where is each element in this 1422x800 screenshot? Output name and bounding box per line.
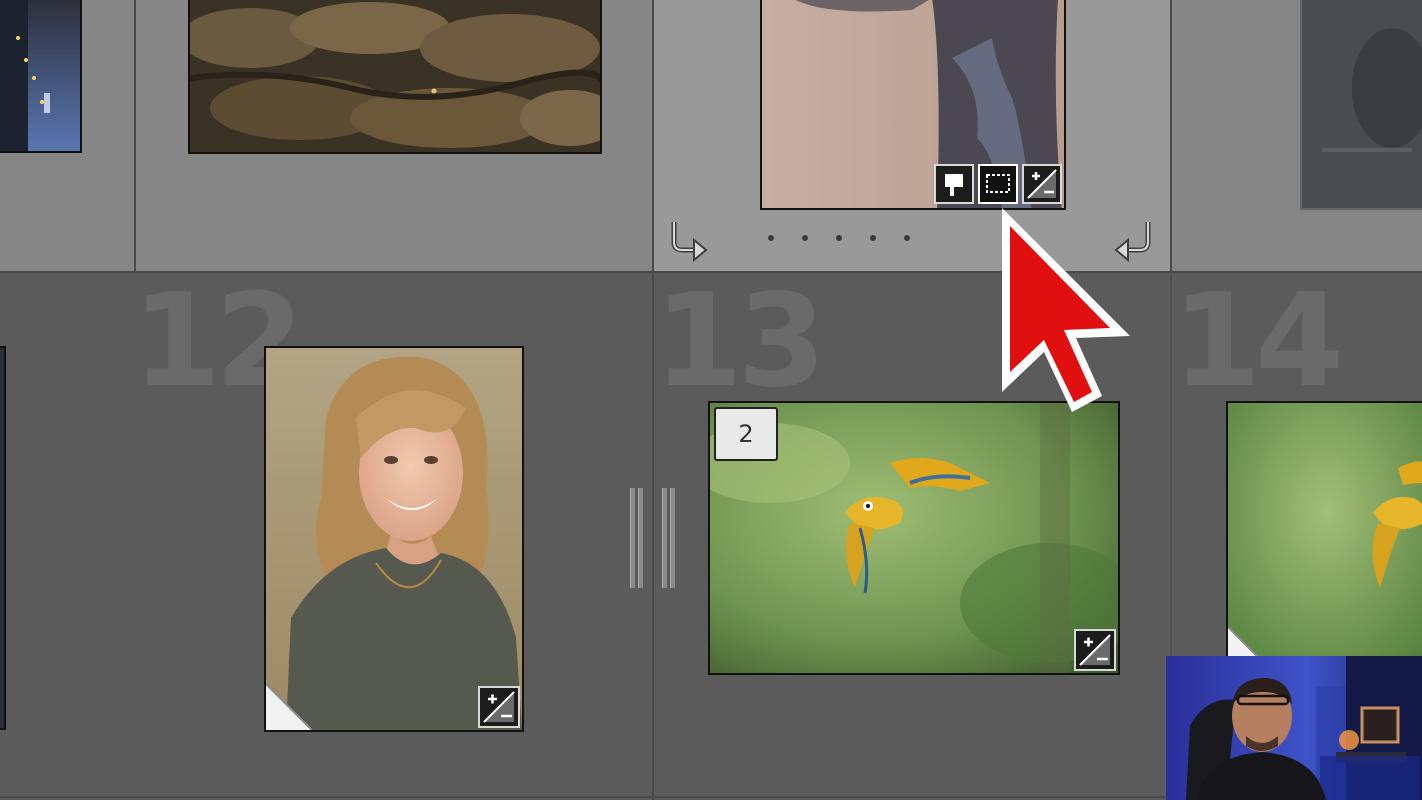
grid-cell[interactable]: [136, 0, 652, 272]
stack-count-badge[interactable]: 2: [714, 407, 778, 461]
thumbnail-image: [0, 0, 80, 151]
cell-index-number: 14: [1172, 267, 1344, 416]
stack-grip-left[interactable]: [630, 488, 635, 588]
photo-thumbnail-emu[interactable]: [760, 0, 1066, 210]
photo-thumbnail-partial-left[interactable]: [0, 346, 6, 730]
stack-collapse-left-icon[interactable]: [666, 216, 714, 264]
photo-thumbnail-portrait[interactable]: [264, 346, 524, 732]
stack-grip-left[interactable]: [638, 488, 643, 588]
exposure-adjustment-icon: [483, 691, 515, 723]
flag-button[interactable]: [934, 164, 974, 204]
mouse-pointer-icon: [1002, 208, 1130, 412]
presenter-webcam: [1166, 656, 1422, 800]
photo-thumbnail-rocks[interactable]: [188, 0, 602, 154]
thumbnail-image: [1302, 0, 1422, 208]
photo-thumbnail-dark-water[interactable]: [1300, 0, 1422, 210]
thumbnail-image: [762, 0, 1064, 208]
webcam-image: [1166, 656, 1422, 800]
exposure-adjustment-button[interactable]: [478, 686, 520, 728]
flag-icon: [945, 174, 963, 196]
stack-grip-right[interactable]: [670, 488, 675, 588]
stack-page-dots: [768, 235, 910, 241]
grid-cell[interactable]: [1172, 0, 1422, 272]
grid-cell[interactable]: 12: [0, 274, 652, 800]
virtual-copy-corner-icon: [266, 684, 312, 730]
thumbnail-image: [0, 348, 4, 728]
grid-cell[interactable]: [0, 0, 134, 272]
exposure-adjustment-button[interactable]: [1074, 629, 1116, 671]
thumbnail-image: [190, 0, 600, 152]
photo-thumbnail-macaw[interactable]: 2: [708, 401, 1120, 675]
thumbnail-image: [266, 348, 522, 730]
stack-grip-right[interactable]: [662, 488, 667, 588]
photo-thumbnail-city-night[interactable]: [0, 0, 82, 153]
exposure-adjustment-icon: [1079, 634, 1111, 666]
cell-index-number: 13: [654, 267, 826, 416]
photo-thumbnail-macaw-copy[interactable]: [1226, 401, 1422, 675]
